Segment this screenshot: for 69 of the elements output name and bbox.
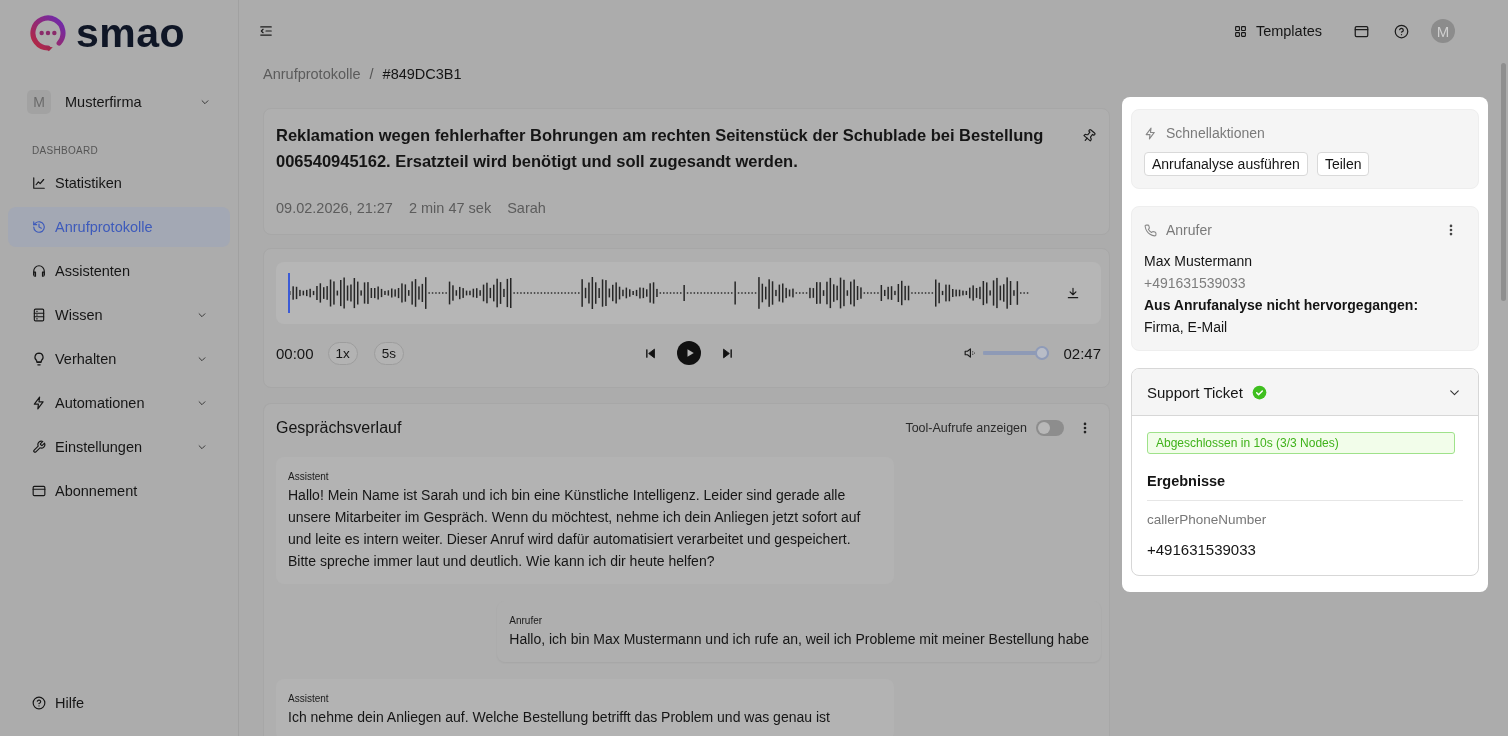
download-icon[interactable] bbox=[1066, 286, 1080, 300]
current-time: 00:00 bbox=[276, 344, 314, 362]
speaker-label: Assistent bbox=[288, 692, 330, 706]
breadcrumb-separator: / bbox=[369, 66, 374, 82]
workspace-initial: M bbox=[27, 90, 51, 114]
toggle-label: Tool-Aufrufe anzeigen bbox=[905, 421, 1027, 435]
pin-icon[interactable] bbox=[1082, 129, 1096, 143]
indent-icon[interactable] bbox=[259, 24, 273, 38]
action-button[interactable]: Anrufanalyse ausführen bbox=[1144, 152, 1308, 176]
headphones-icon bbox=[32, 264, 46, 278]
total-time: 02:47 bbox=[1063, 344, 1101, 362]
caller-name: Max Mustermann bbox=[1144, 252, 1254, 271]
section-label: DASHBOARD bbox=[32, 144, 100, 158]
skip-back-icon[interactable] bbox=[644, 347, 656, 359]
skip-forward-icon[interactable] bbox=[721, 347, 733, 359]
skip-button[interactable]: 5s bbox=[373, 341, 405, 365]
history-clock-icon bbox=[32, 220, 46, 234]
message-text: Ich nehme dein Anliegen auf. Welche Bestellung betrifft das Problem und was genau ist bbox=[288, 708, 831, 727]
volume-thumb[interactable] bbox=[1034, 346, 1049, 360]
phone-icon bbox=[1144, 223, 1157, 237]
grid-icon bbox=[1233, 24, 1247, 38]
results-heading: Ergebnisse bbox=[1147, 470, 1463, 501]
agent-name: Sarah bbox=[507, 199, 546, 218]
help-icon[interactable] bbox=[1394, 23, 1409, 39]
speaker-label: Anrufer bbox=[509, 614, 544, 628]
credit-card-icon bbox=[32, 484, 46, 498]
nav-item[interactable]: Abonnement bbox=[8, 471, 230, 511]
playhead-marker[interactable] bbox=[288, 273, 290, 313]
logo-icon bbox=[29, 14, 67, 52]
nav-item[interactable]: Automationen bbox=[8, 383, 230, 423]
missing-fields: Firma, E-Mail bbox=[1144, 316, 1458, 338]
credit-card-icon[interactable] bbox=[1354, 23, 1369, 39]
wrench-icon bbox=[32, 440, 46, 454]
caller-phone: +491631539033 bbox=[1144, 274, 1247, 293]
card-title: Schnellaktionen bbox=[1166, 125, 1265, 141]
lightbulb-icon bbox=[32, 352, 46, 366]
ticket-header[interactable]: Support Ticket bbox=[1132, 369, 1478, 416]
result-value: +491631539033 bbox=[1147, 540, 1257, 560]
templates-button[interactable]: Templates bbox=[1233, 17, 1322, 45]
lightning-icon bbox=[1144, 126, 1157, 140]
result-key: callerPhoneNumber bbox=[1147, 509, 1463, 531]
lightning-icon bbox=[32, 396, 46, 410]
status-badge: Abgeschlossen in 10s (3/3 Nodes) bbox=[1147, 432, 1455, 454]
missing-fields-label: Aus Anrufanalyse nicht hervorgegangen: bbox=[1144, 296, 1420, 315]
section-title: Gesprächsverlauf bbox=[276, 419, 403, 437]
logo-wordmark: smao bbox=[76, 12, 186, 54]
nav-item[interactable]: Assistenten bbox=[8, 251, 230, 291]
call-duration: 2 min 47 sek bbox=[408, 199, 492, 218]
nav-item[interactable]: Statistiken bbox=[8, 163, 230, 203]
play-button[interactable] bbox=[676, 341, 701, 365]
scrollbar-thumb[interactable] bbox=[1501, 63, 1506, 301]
message-text: Hallo, ich bin Max Mustermann und ich rufe an, weil ich Probleme mit meiner Bestellung habe bbox=[509, 630, 1089, 649]
card-title: Anrufer bbox=[1166, 222, 1212, 238]
action-button[interactable]: Teilen bbox=[1316, 152, 1370, 176]
message-text: Hallo! Mein Name ist Sarah und ich bin eine Künstliche Intelligenz. Leider sind gerade alle unsere Mitarbeiter im Gespräch. Wenn du möchtest, nehme ich dein Anliegen jetzt sofort auf und leite es intern weiter. Dieser Anruf wird dafür automatisiert verarbeitet und gespeichert. Bitte spreche immer laut und deutlich. Wie kann ich dir heute helfen? bbox=[288, 486, 862, 571]
call-title: Reklamation wegen fehlerhafter Bohrungen am rechten Seitenstück der Schublade bei Bestellung 006540945162. Ersatzteil wird benötigt und soll zugesandt werden. bbox=[276, 125, 1045, 172]
nav-item[interactable]: Einstellungen bbox=[8, 427, 230, 467]
tool-calls-toggle[interactable] bbox=[1036, 420, 1064, 436]
line-chart-icon bbox=[32, 176, 46, 190]
workspace-selector[interactable]: M Musterfirma bbox=[27, 90, 210, 114]
call-date: 09.02.2026, 21:27 bbox=[276, 199, 393, 218]
nav-item[interactable]: Hilfe bbox=[8, 683, 230, 723]
help-icon bbox=[32, 696, 46, 710]
speaker-label: Assistent bbox=[288, 470, 330, 484]
breadcrumb-link[interactable]: #849DC3B1 bbox=[382, 66, 462, 82]
nav-item[interactable]: Wissen bbox=[8, 295, 230, 335]
server-rack-icon bbox=[32, 308, 46, 322]
nav-item[interactable]: Verhalten bbox=[8, 339, 230, 379]
speed-button[interactable]: 1x bbox=[327, 341, 358, 365]
